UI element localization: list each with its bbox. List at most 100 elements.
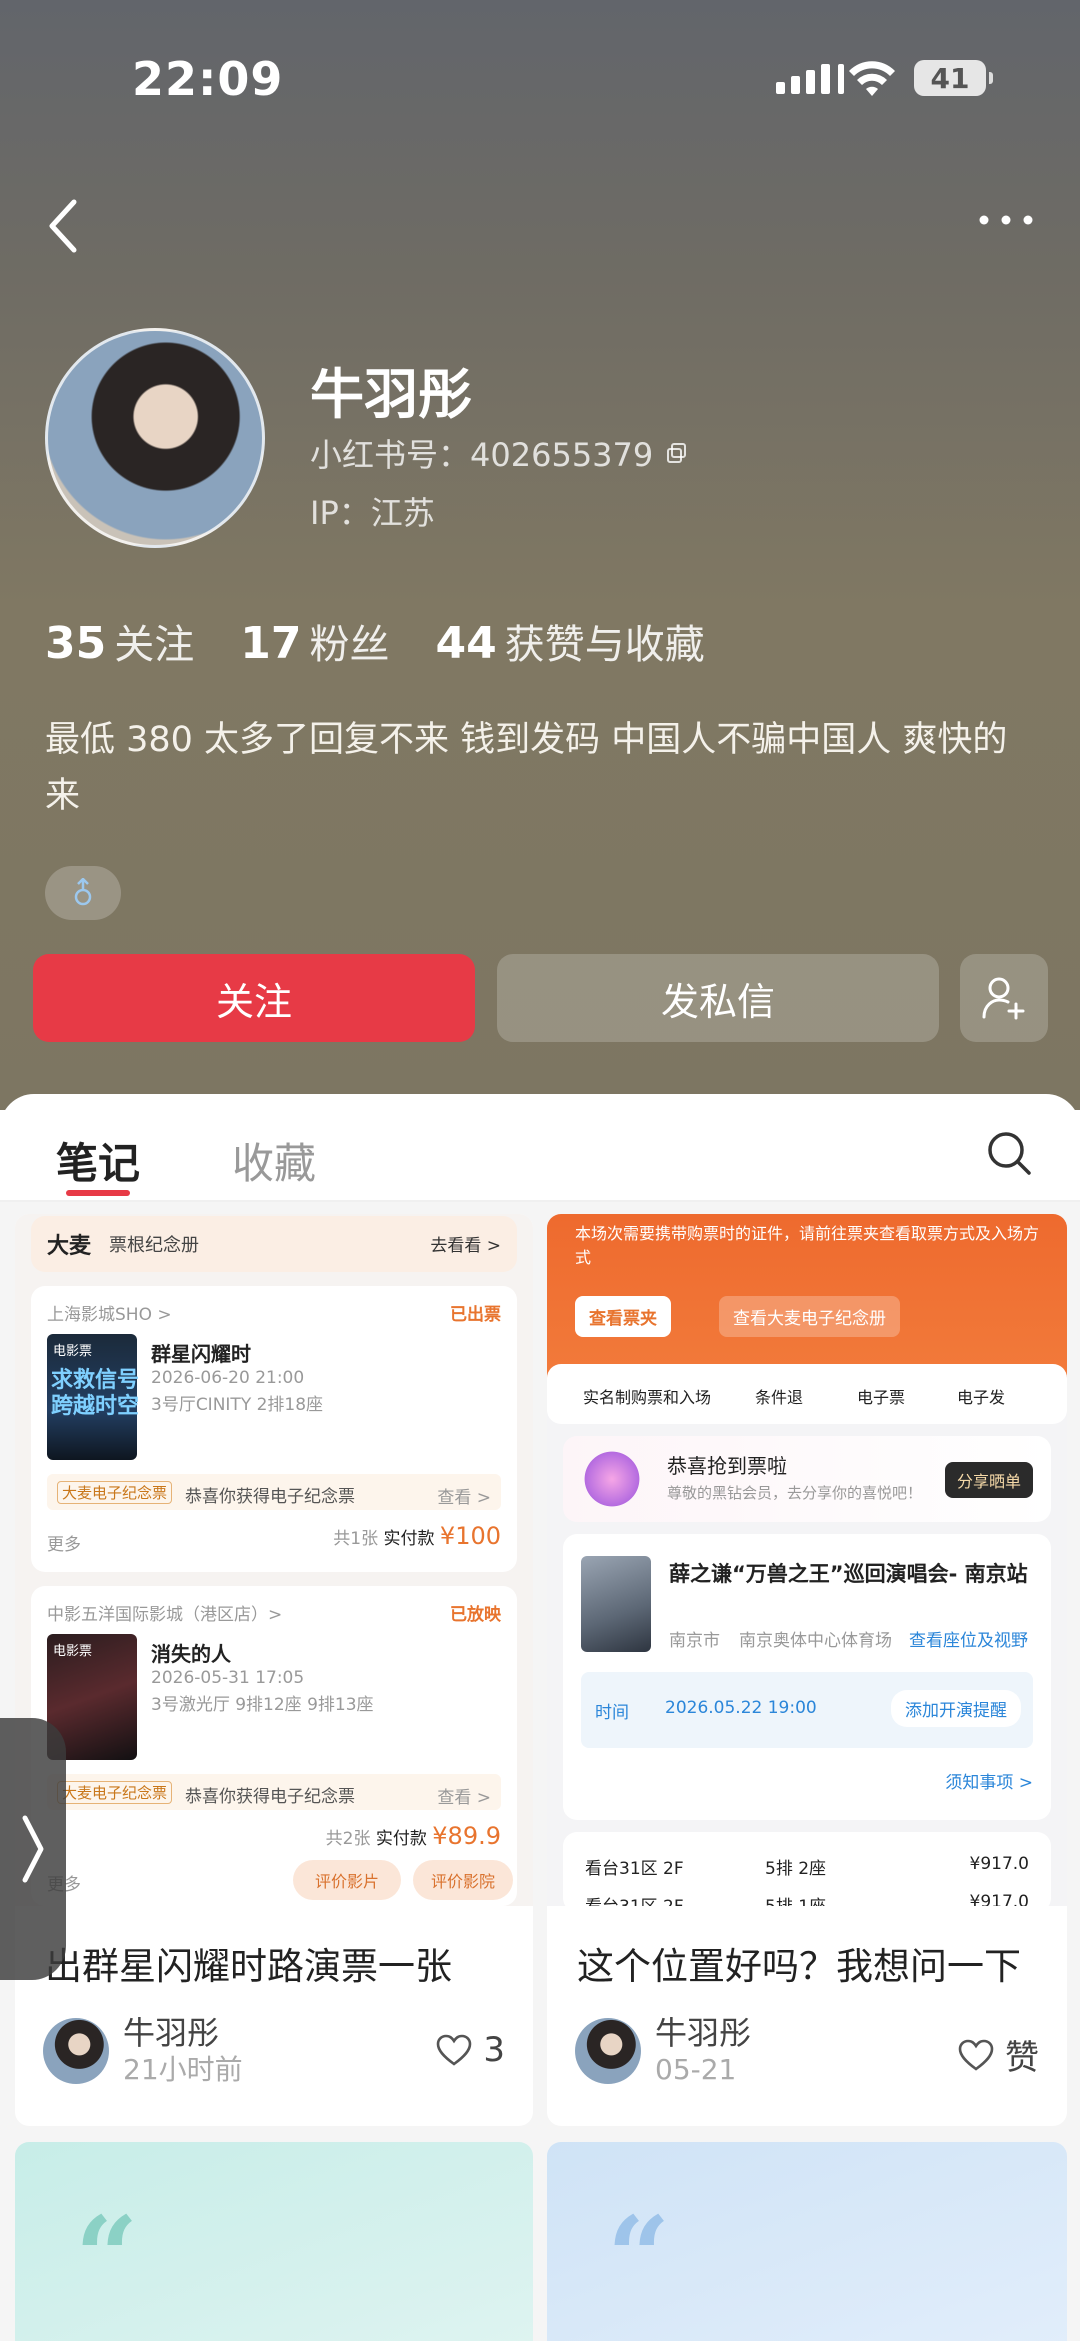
stat-following[interactable]: 35 关注 [45,612,194,670]
poster-title: 求救信号 跨越时空 [51,1368,140,1419]
like-button[interactable]: 3 [435,2030,505,2070]
more-options-icon[interactable] [978,210,1034,230]
note-card[interactable]: 大麦 票根纪念册 去看看 > 上海影城SHO > 已出票 电影票 求救信号 跨越… [15,1214,533,2126]
note-card[interactable]: 本场次需要携带购票时的证件，请前往票夹查看取票方式及入场方式 查看票夹 查看大麦… [547,1214,1067,2126]
seat-position: 5排 1座 [765,1892,826,1906]
poster-tag: 电影票 [53,1344,93,1359]
stat-number: 17 [240,618,302,669]
memorial-tag-row: 大麦电子纪念票 恭喜你获得电子纪念票 查看 > [47,1474,501,1510]
copy-icon[interactable] [665,441,689,465]
avatar[interactable] [45,328,265,548]
banner-link: 去看看 > [430,1236,501,1256]
seat-price: ¥917.0 [969,1854,1029,1874]
seatmap-link: 查看座位及视野 [909,1631,1028,1651]
id-value: 402655379 [470,436,654,474]
stat-followers[interactable]: 17 粉丝 [240,612,389,670]
status-bar: 22:09 41 [0,52,1080,112]
cellular-signal-icon [776,64,844,94]
quote-icon: “ [607,2192,671,2321]
like-button[interactable]: 赞 [957,2030,1039,2079]
like-count: 3 [483,2030,505,2070]
stat-number: 35 [45,618,107,669]
chevron-right-icon [22,1815,44,1883]
event-venue: 南京奥体中心体育场 [739,1631,892,1651]
author-name: 牛羽彤 [123,2014,220,2052]
order-status: 已出票 [450,1305,501,1325]
status-time: 22:09 [132,52,284,106]
heart-icon [958,2039,994,2071]
battery-indicator: 41 [914,60,993,96]
like-count: 赞 [1005,2038,1039,2078]
seat-table: 看台31区 2F 5排 2座 ¥917.0 看台31区 2F 5排 1座 ¥91… [563,1832,1051,1906]
congrats-banner: 恭喜抢到票啦 尊敬的黑钻会员，去分享你的喜悦吧！ 分享晒单 [563,1436,1051,1522]
ticket-count: 共2张 [325,1829,371,1849]
stat-likes[interactable]: 44 获赞与收藏 [435,612,704,670]
congrats-title: 恭喜抢到票啦 [667,1454,787,1478]
id-label: 小红书号： [310,436,471,474]
ticket-count: 共1张 [333,1529,379,1549]
movie-title: 消失的人 [151,1642,231,1666]
remind-button: 添加开演提醒 [891,1690,1021,1727]
share-button: 分享晒单 [944,1462,1033,1498]
tab-indicator [66,1190,130,1196]
policy-chip: 电子发 [957,1388,1006,1407]
movie-poster: 电影票 求救信号 跨越时空 [47,1334,140,1460]
time-row: 时间 2026.05.22 19:00 添加开演提醒 [581,1672,1033,1748]
search-icon[interactable] [986,1130,1032,1176]
policy-chip: 条件退 [755,1388,804,1407]
seat-position: 5排 2座 [765,1859,827,1879]
add-friend-button[interactable] [960,954,1048,1042]
note-thumbnail: 大麦 票根纪念册 去看看 > 上海影城SHO > 已出票 电影票 求救信号 跨越… [15,1214,533,1906]
stat-label: 关注 [114,622,195,668]
notice-link: 须知事项 > [945,1773,1033,1793]
view-link: 查看 > [437,1788,491,1808]
wifi-icon [849,61,895,96]
event-city: 南京市 [669,1631,720,1651]
memorial-text: 恭喜你获得电子纪念票 [185,1487,355,1507]
rate-movie-button: 评价影片 [293,1860,402,1900]
policy-chips: 实名制购票和入场 条件退 电子票 电子发 [547,1364,1067,1424]
profile-bio: 最低 380 太多了回复不来 钱到发码 中国人不骗中国人 爽快的来 [45,720,1008,816]
back-arrow-icon[interactable] [44,196,84,256]
movie-title: 群星闪耀时 [151,1342,251,1366]
event-card: 薛之谦“万兽之王”巡回演唱会- 南京站 南京市 南京奥体中心体育场 查看座位及视… [563,1534,1051,1820]
follow-button[interactable]: 关注 [33,954,475,1042]
ip-label: IP： [310,494,371,532]
author-avatar [575,2018,641,2084]
memorial-tag: 大麦电子纪念票 [57,1481,173,1504]
order-card: 上海影城SHO > 已出票 电影票 求救信号 跨越时空 群星闪耀时 2026-0… [31,1286,517,1572]
note-time: 05-21 [655,2053,737,2086]
memorial-button: 查看大麦电子纪念册 [719,1296,900,1337]
policy-chip: 实名制购票和入场 [583,1388,712,1407]
paid-label: 实付款 [375,1829,427,1849]
paid-amount: ¥89.9 [432,1822,501,1850]
banner-text: 票根纪念册 [109,1235,199,1256]
time-value: 2026.05.22 19:00 [665,1698,817,1718]
side-drawer-handle[interactable] [0,1718,66,1980]
seat-price: ¥917.0 [969,1892,1029,1906]
paid-amount: ¥100 [439,1522,501,1550]
seat-area: 看台31区 2F [585,1892,684,1906]
profile-id: 小红书号：402655379 [310,430,689,476]
memorial-tag-row: 大麦电子纪念票 恭喜你获得电子纪念票 查看 > [47,1774,501,1810]
poster-tag: 电影票 [53,1644,93,1659]
note-author[interactable]: 牛羽彤 05-21 [575,2014,751,2088]
ip-value: 江苏 [370,494,435,532]
order-status: 已放映 [450,1605,501,1625]
note-author[interactable]: 牛羽彤 21小时前 [43,2014,243,2088]
memorial-tag: 大麦电子纪念票 [57,1781,173,1804]
movie-seat: 3号厅CINITY 2排18座 [151,1395,324,1415]
tab-collections[interactable]: 收藏 [232,1130,316,1191]
order-card: 中影五洋国际影城（港区店）> 已放映 电影票 消失的人 2026-05-31 1… [31,1586,517,1906]
note-card[interactable]: “ [15,2142,533,2341]
stat-number: 44 [435,618,497,669]
view-link: 查看 > [437,1488,491,1508]
time-label: 时间 [595,1703,629,1723]
movie-datetime: 2026-06-20 21:00 [151,1368,305,1388]
message-button[interactable]: 发私信 [497,954,939,1042]
tab-notes[interactable]: 笔记 [56,1130,140,1191]
note-card[interactable]: “ [547,2142,1067,2341]
profile-name: 牛羽彤 [310,363,472,426]
ticket-wallet-button: 查看票夹 [575,1296,671,1337]
note-title: 出群星闪耀时路演票一张 [45,1945,452,1988]
